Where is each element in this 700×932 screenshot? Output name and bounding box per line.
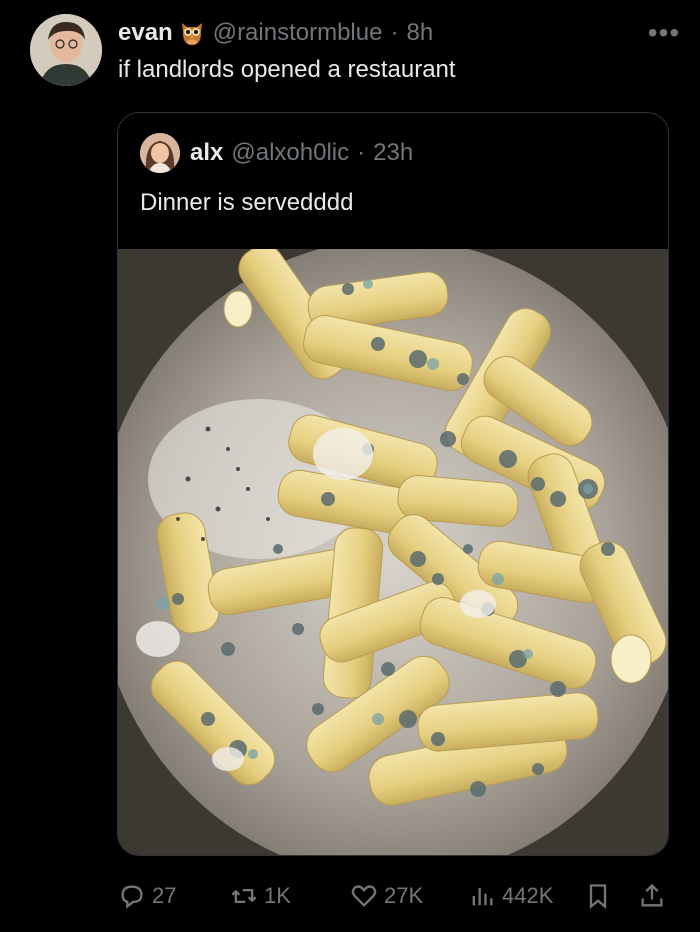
retweet-count: 1K bbox=[264, 883, 291, 908]
quote-author-handle: @alxoh0lic bbox=[231, 139, 350, 166]
retweet-icon bbox=[231, 889, 257, 903]
quote-header: alx @alxoh0lic · 23h bbox=[140, 133, 413, 173]
heart-icon bbox=[351, 885, 377, 907]
tweet-text: if landlords opened a restaurant bbox=[118, 56, 456, 83]
separator-dot: · bbox=[357, 139, 366, 166]
quote-tweet[interactable]: alx @alxoh0lic · 23h Dinner is servedddd bbox=[117, 112, 669, 856]
author-avatar[interactable] bbox=[30, 14, 102, 86]
quote-time: 23h bbox=[373, 139, 414, 166]
quote-author-avatar bbox=[140, 133, 180, 173]
views-button[interactable]: 442K bbox=[468, 882, 553, 910]
reply-button[interactable]: 27 bbox=[118, 882, 176, 910]
action-bar: 27 1K 27K 442K bbox=[118, 874, 670, 918]
views-count: 442K bbox=[502, 883, 554, 908]
more-icon[interactable]: ••• bbox=[648, 17, 680, 48]
share-button[interactable] bbox=[638, 882, 666, 910]
reply-icon bbox=[121, 885, 143, 909]
like-button[interactable]: 27K bbox=[350, 882, 423, 910]
reply-count: 27 bbox=[152, 883, 177, 908]
owl-icon bbox=[179, 19, 205, 47]
author-name[interactable]: evan bbox=[118, 19, 173, 47]
tweet-header: evan @rainstormblue · 8h ••• bbox=[118, 17, 680, 48]
separator-dot: · bbox=[390, 19, 399, 46]
bookmark-icon bbox=[589, 884, 607, 909]
views-icon bbox=[472, 887, 493, 906]
bookmark-button[interactable] bbox=[584, 882, 612, 910]
quote-text: Dinner is servedddd bbox=[140, 189, 354, 216]
quote-author-name: alx bbox=[190, 139, 224, 166]
quote-media-image[interactable] bbox=[118, 249, 668, 855]
share-icon bbox=[641, 883, 663, 907]
like-count: 27K bbox=[384, 883, 424, 908]
retweet-button[interactable]: 1K bbox=[230, 882, 291, 910]
author-handle[interactable]: @rainstormblue bbox=[213, 19, 383, 47]
tweet-time[interactable]: 8h bbox=[406, 19, 433, 47]
tweet: evan @rainstormblue · 8h ••• if landlord… bbox=[0, 0, 700, 932]
